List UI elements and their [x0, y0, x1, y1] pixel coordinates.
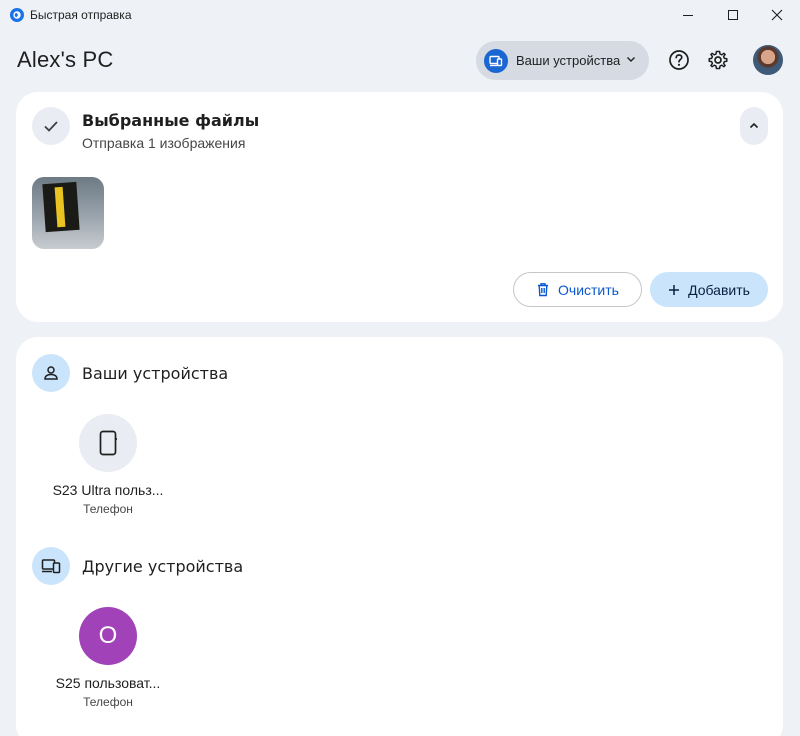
settings-gear-icon[interactable] [707, 49, 729, 71]
trash-icon [538, 283, 549, 297]
device-item-s25[interactable]: О S25 пользоват... Телефон [38, 607, 178, 709]
selected-files-card: Выбранные файлы Отправка 1 изображения О… [16, 92, 783, 322]
device-initial: О [98, 622, 118, 649]
pc-name: Alex's PC [17, 47, 114, 72]
help-icon[interactable] [668, 49, 690, 71]
collapse-button[interactable] [740, 107, 768, 145]
check-icon [32, 107, 70, 145]
chevron-down-icon [627, 57, 635, 62]
clear-label: Очистить [558, 281, 619, 298]
clear-button[interactable]: Очистить [513, 272, 642, 307]
device-type: Телефон [83, 695, 133, 709]
close-button[interactable] [754, 0, 800, 30]
devices-icon [484, 48, 508, 73]
title-bar: Быстрая отправка [0, 0, 800, 30]
selected-files-title: Выбранные файлы [82, 111, 260, 130]
plus-icon [669, 284, 680, 295]
device-type: Телефон [83, 502, 133, 516]
your-devices-dropdown[interactable]: Ваши устройства [476, 41, 649, 80]
thumbnail-product-stripe [54, 186, 66, 228]
person-icon [32, 354, 70, 392]
devices-card: Ваши устройства S23 Ultra польз... Телеф… [16, 337, 783, 736]
minimize-icon [683, 14, 693, 16]
device-initial-avatar: О [79, 607, 137, 665]
your-devices-label: Ваши устройства [516, 53, 621, 68]
window-title: Быстрая отправка [30, 8, 132, 22]
maximize-icon [728, 10, 738, 20]
quick-share-app-icon [10, 8, 24, 22]
account-avatar[interactable] [753, 45, 783, 75]
thumbnail-product-box [42, 181, 80, 233]
image-thumbnail[interactable] [32, 177, 104, 249]
close-icon [771, 9, 783, 21]
add-button[interactable]: Добавить [650, 272, 768, 307]
phone-icon [79, 414, 137, 472]
device-name: S25 пользоват... [55, 675, 161, 691]
minimize-button[interactable] [665, 0, 711, 30]
device-item-s23-ultra[interactable]: S23 Ultra польз... Телефон [38, 414, 178, 516]
chevron-up-icon [749, 122, 759, 129]
add-label: Добавить [688, 281, 750, 298]
devices-icon [32, 547, 70, 585]
device-name: S23 Ultra польз... [52, 482, 164, 498]
other-devices-title: Другие устройства [82, 557, 244, 576]
your-devices-title: Ваши устройства [82, 364, 229, 383]
maximize-button[interactable] [710, 0, 756, 30]
selected-files-subtitle: Отправка 1 изображения [82, 135, 246, 151]
